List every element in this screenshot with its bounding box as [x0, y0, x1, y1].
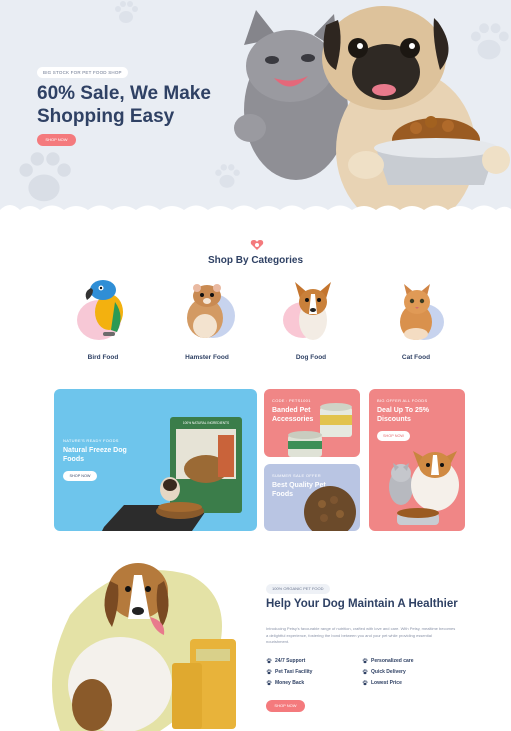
feature-item: Quick Delivery: [362, 668, 406, 676]
section-title-healthier: Help Your Dog Maintain A Healthier: [266, 598, 458, 610]
paw-icon: [362, 680, 368, 686]
paw-heart-icon: [250, 240, 264, 250]
shop-now-button[interactable]: SHOP NOW: [37, 134, 76, 146]
kibble-bowl-image: [304, 486, 356, 531]
promo-best-quality[interactable]: SUMMER SALE OFFER Best Quality Pet Foods: [264, 464, 360, 531]
feature-item: Money Back: [266, 679, 304, 687]
hamster-icon: [187, 284, 235, 338]
dog-food-bag-image: 100% NATURAL INGREDIENTS: [102, 417, 242, 531]
promo-small-text: BIG OFFER ALL FOODS: [377, 398, 428, 403]
food-cans-image: [288, 403, 352, 457]
feature-item: Lowest Price: [362, 679, 402, 687]
promo-shop-now-button[interactable]: SHOP NOW: [377, 431, 410, 441]
hero-banner: BIG STOCK FOR PET FOOD SHOP 60% Sale, We…: [0, 0, 511, 215]
promo-shop-now-button[interactable]: SHOP NOW: [63, 471, 97, 481]
feature-item: Pet Taxi Facility: [266, 668, 312, 676]
section-title-categories: Shop By Categories: [207, 255, 304, 266]
category-label: Bird Food: [87, 354, 119, 361]
parrot-icon: [77, 280, 123, 340]
kitten-icon: [400, 284, 444, 340]
feature-label: Pet Taxi Facility: [275, 669, 313, 675]
paw-icon: [362, 658, 368, 664]
feature-item: 24/7 Support: [266, 657, 305, 665]
paw-print-icon: [115, 1, 138, 23]
puppy-and-kitten-image: [389, 451, 459, 525]
corgi-icon: [283, 282, 331, 340]
cloud-divider: [0, 205, 511, 215]
paw-icon: [362, 669, 368, 675]
category-label: Cat Food: [401, 354, 431, 361]
category-cat-food[interactable]: Cat Food: [376, 276, 456, 366]
feature-label: Money Back: [275, 680, 305, 686]
section-description: Introducing Petsy's favourable range of …: [266, 626, 456, 644]
feature-item: Personalized care: [362, 657, 414, 665]
category-label: Dog Food: [295, 354, 327, 361]
section-tag: 100% ORGANIC PET FOOD: [266, 584, 330, 594]
promo-heading: Deal Up To 25% Discounts: [377, 407, 429, 423]
paw-icon: [266, 658, 272, 664]
feature-label: 24/7 Support: [275, 658, 306, 664]
category-hamster-food[interactable]: Hamster Food: [167, 276, 247, 366]
cat-and-pug-image: [234, 6, 510, 215]
promo-small-text: SUMMER SALE OFFER: [272, 473, 321, 478]
promo-banded-accessories[interactable]: CODE : PETS1001 Banded Pet Accessories: [264, 389, 360, 457]
category-bird-food[interactable]: Bird Food: [63, 276, 143, 366]
hero-title: 60% Sale, We Make Shopping Easy: [37, 83, 211, 127]
beagle-and-food-bag-image: [52, 563, 236, 731]
paw-icon: [266, 669, 272, 675]
hero-tag: BIG STOCK FOR PET FOOD SHOP: [37, 67, 128, 78]
promo-big-offer[interactable]: BIG OFFER ALL FOODS Deal Up To 25% Disco…: [369, 389, 465, 531]
shop-now-button[interactable]: SHOP NOW: [266, 700, 305, 712]
feature-label: Personalized care: [371, 658, 414, 664]
promo-natural-freeze[interactable]: NATURE'S READY FOODS Natural Freeze Dog …: [54, 389, 257, 531]
category-label: Hamster Food: [185, 354, 229, 361]
paw-icon: [266, 680, 272, 686]
bag-label: 100% NATURAL INGREDIENTS: [183, 421, 229, 425]
category-dog-food[interactable]: Dog Food: [271, 276, 351, 366]
feature-label: Lowest Price: [371, 680, 402, 686]
feature-label: Quick Delivery: [371, 669, 406, 675]
